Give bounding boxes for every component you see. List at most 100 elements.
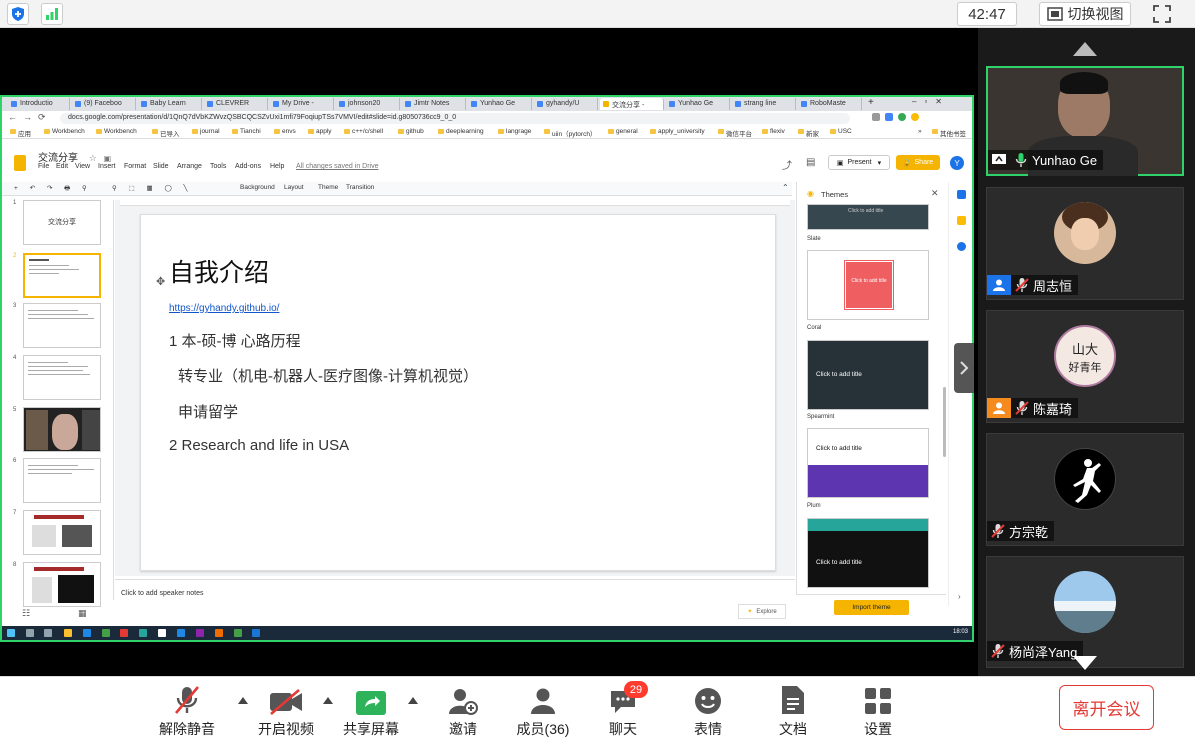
- docs-button[interactable]: 文档: [758, 685, 828, 739]
- browser-tab[interactable]: johnson20: [336, 98, 400, 110]
- bookmark-item[interactable]: Tianchi: [232, 128, 261, 135]
- theme-card-plum[interactable]: Click to add title: [807, 428, 929, 498]
- switch-view-button[interactable]: 切换视图: [1039, 2, 1131, 26]
- bookmark-item[interactable]: apply: [308, 128, 332, 135]
- slide-thumbnail[interactable]: [23, 510, 101, 555]
- browser-tab[interactable]: gyhandy/U: [534, 98, 598, 110]
- explore-button[interactable]: ✦ Explore: [738, 604, 786, 619]
- slide-editor[interactable]: 自我介绍 https://gyhandy.github.io/ 1 本-硕-博 …: [140, 214, 776, 571]
- wechat-icon[interactable]: [234, 629, 242, 637]
- video-tile-active[interactable]: Yunhao Ge: [986, 66, 1184, 176]
- chevron-right-icon[interactable]: ›: [958, 592, 961, 601]
- extension-icon[interactable]: [885, 113, 893, 121]
- share-button[interactable]: 🔒 Share: [896, 155, 940, 170]
- bookmark-item[interactable]: general: [608, 128, 638, 135]
- extension-icons[interactable]: [872, 113, 952, 123]
- zoom-icon[interactable]: [177, 629, 185, 637]
- unmute-button[interactable]: 解除静音: [152, 685, 222, 739]
- browser-tab[interactable]: RoboMaste: [798, 98, 862, 110]
- theme-button[interactable]: Theme: [318, 184, 338, 191]
- menu-slide[interactable]: Slide: [153, 163, 169, 170]
- browser-tab[interactable]: CLEVRER: [204, 98, 268, 110]
- theme-card-coral[interactable]: Click to add title: [807, 250, 929, 320]
- profile-avatar-icon[interactable]: [911, 113, 919, 121]
- browser-tab[interactable]: Introductio: [8, 98, 70, 110]
- edge-icon[interactable]: [83, 629, 91, 637]
- bookmark-item[interactable]: USC: [830, 128, 852, 135]
- settings-button[interactable]: 设置: [843, 685, 913, 739]
- account-avatar[interactable]: Y: [950, 156, 964, 170]
- slide-title[interactable]: 自我介绍: [169, 253, 269, 289]
- video-tile[interactable]: 周志恒: [986, 187, 1184, 300]
- activity-trend-icon[interactable]: ⤴: [782, 157, 792, 172]
- video-options-caret-icon[interactable]: [323, 697, 333, 704]
- nav-arrows-icon[interactable]: ←→⟳: [8, 112, 52, 123]
- slide-thumbnail[interactable]: [23, 303, 101, 348]
- bookmark-item[interactable]: 其他书签: [932, 128, 966, 138]
- present-button[interactable]: ▣ Present ▾: [828, 155, 890, 170]
- app-icon[interactable]: [252, 629, 260, 637]
- menu-insert[interactable]: Insert: [98, 163, 116, 170]
- browser-tab[interactable]: My Drive -: [270, 98, 334, 110]
- slide-link[interactable]: https://gyhandy.github.io/: [169, 303, 279, 314]
- network-signal-icon[interactable]: [41, 3, 63, 25]
- menu-view[interactable]: View: [75, 163, 90, 170]
- star-icon[interactable]: ☆: [89, 153, 97, 163]
- explorer-icon[interactable]: [64, 629, 72, 637]
- slide-bullet[interactable]: 2 Research and life in USA: [169, 437, 349, 454]
- calendar-icon[interactable]: [957, 190, 966, 199]
- background-button[interactable]: Background: [240, 184, 275, 191]
- collapse-panel-button[interactable]: [954, 343, 974, 393]
- speaker-notes[interactable]: Click to add speaker notes: [115, 579, 795, 606]
- start-video-button[interactable]: 开启视频: [251, 685, 321, 739]
- extension-icon[interactable]: [872, 113, 880, 121]
- bookmark-item[interactable]: apply_university: [650, 128, 705, 135]
- slide-bullet[interactable]: 申请留学: [178, 401, 238, 422]
- video-tile[interactable]: 方宗乾: [986, 433, 1184, 546]
- theme-card-spearmint[interactable]: Click to add title: [807, 340, 929, 410]
- tasks-icon[interactable]: [957, 242, 966, 251]
- chat-button[interactable]: 聊天: [588, 685, 658, 739]
- audio-options-caret-icon[interactable]: [238, 697, 248, 704]
- menu-tools[interactable]: Tools: [210, 163, 226, 170]
- security-shield-icon[interactable]: [7, 3, 29, 25]
- transition-button[interactable]: Transition: [346, 184, 374, 191]
- bookmark-item[interactable]: 微信平台: [718, 128, 752, 138]
- members-button[interactable]: 成员(36): [508, 685, 578, 739]
- video-tile[interactable]: 山大 好青年 陈嘉琦: [986, 310, 1184, 423]
- bookmark-item[interactable]: uiin（pytorch）: [544, 128, 596, 138]
- theme-card-slate[interactable]: Click to add title: [807, 204, 929, 230]
- leave-meeting-button[interactable]: 离开会议: [1059, 685, 1154, 730]
- window-controls-icon[interactable]: –▫✕: [912, 97, 950, 106]
- slide-thumbnail-selected[interactable]: [23, 253, 101, 298]
- url-field[interactable]: docs.google.com/presentation/d/1QnQ7dVbK…: [60, 113, 850, 124]
- slide-bullet[interactable]: 1 本-硕-博 心路历程: [169, 330, 301, 351]
- import-theme-button[interactable]: Import theme: [834, 600, 909, 615]
- menu-edit[interactable]: Edit: [56, 163, 68, 170]
- new-tab-plus-icon[interactable]: +: [868, 97, 874, 108]
- filmstrip-view-icon[interactable]: ▦: [78, 608, 87, 619]
- app-icon[interactable]: [215, 629, 223, 637]
- comments-icon[interactable]: ▤: [806, 157, 815, 168]
- move-folder-icon[interactable]: ▣: [104, 154, 112, 163]
- bookmark-item[interactable]: 新家: [798, 128, 819, 138]
- menu-format[interactable]: Format: [124, 163, 146, 170]
- bookmark-item[interactable]: 应用: [10, 128, 31, 138]
- menu-file[interactable]: File: [38, 163, 49, 170]
- app-icon[interactable]: [196, 629, 204, 637]
- browser-tab[interactable]: (9) Faceboo: [72, 98, 136, 110]
- themes-scrollbar[interactable]: [943, 387, 946, 457]
- chrome-icon[interactable]: [158, 629, 166, 637]
- video-tile[interactable]: 杨尚泽Yang: [986, 556, 1184, 668]
- bookmark-item[interactable]: langrage: [498, 128, 531, 135]
- scroll-up-icon[interactable]: [1073, 42, 1097, 61]
- bookmark-item[interactable]: Workbench: [44, 128, 85, 135]
- layout-button[interactable]: Layout: [284, 184, 304, 191]
- invite-button[interactable]: 邀请: [428, 685, 498, 739]
- browser-tab[interactable]: Jimtr Notes: [402, 98, 466, 110]
- task-view-icon[interactable]: [44, 629, 52, 637]
- bookmark-item[interactable]: deeplearning: [438, 128, 484, 135]
- save-status-link[interactable]: All changes saved in Drive: [296, 163, 379, 170]
- browser-tab-active[interactable]: 交流分享 -: [600, 98, 664, 110]
- google-slides-logo-icon[interactable]: [14, 155, 26, 171]
